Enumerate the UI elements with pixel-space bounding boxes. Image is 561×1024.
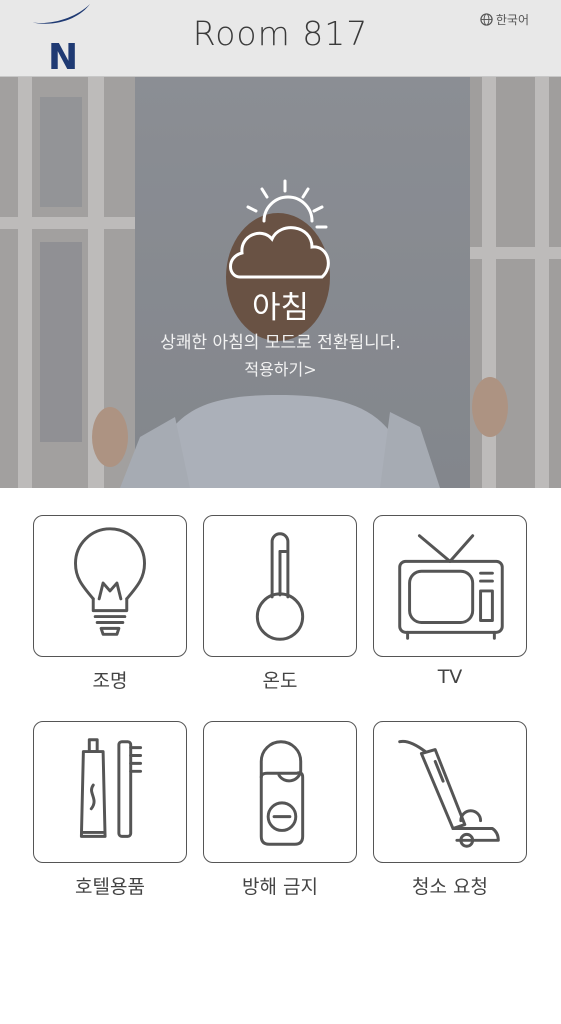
mode-description: 상쾌한 아침의 모드로 전환됩니다. bbox=[160, 333, 401, 353]
globe-icon bbox=[480, 13, 493, 26]
sun-cloud-icon bbox=[229, 179, 330, 279]
apply-mode-link[interactable]: 적용하기> bbox=[0, 356, 561, 380]
do-not-disturb-label: 방해 금지 bbox=[242, 876, 318, 898]
light-bulb-icon bbox=[74, 527, 146, 636]
language-label: 한국어 bbox=[495, 13, 529, 27]
cleaning-request-tile[interactable] bbox=[373, 721, 527, 863]
mode-title: 아침 bbox=[251, 290, 310, 326]
temperature-tile[interactable] bbox=[203, 515, 357, 657]
temperature-label: 온도 bbox=[262, 670, 298, 692]
lighting-label: 조명 bbox=[92, 670, 128, 692]
thermometer-icon bbox=[255, 532, 305, 641]
tv-label: TV bbox=[437, 666, 463, 688]
tv-icon bbox=[398, 534, 504, 640]
language-selector[interactable]: 한국어 bbox=[480, 11, 529, 28]
do-not-disturb-hanger-icon bbox=[259, 740, 305, 846]
mode-banner[interactable]: 아침 상쾌한 아침의 모드로 전환됩니다. 적용하기> bbox=[0, 77, 561, 488]
header: N Room 817 한국어 bbox=[0, 0, 561, 78]
cleaning-request-label: 청소 요청 bbox=[412, 876, 488, 898]
vacuum-cleaner-icon bbox=[398, 739, 500, 848]
tv-tile[interactable] bbox=[373, 515, 527, 657]
do-not-disturb-tile[interactable] bbox=[203, 721, 357, 863]
amenities-label: 호텔용품 bbox=[75, 876, 145, 898]
lighting-tile[interactable] bbox=[33, 515, 187, 657]
toothbrush-toothpaste-icon bbox=[79, 738, 143, 838]
room-title: Room 817 bbox=[192, 14, 369, 53]
amenities-tile[interactable] bbox=[33, 721, 187, 863]
